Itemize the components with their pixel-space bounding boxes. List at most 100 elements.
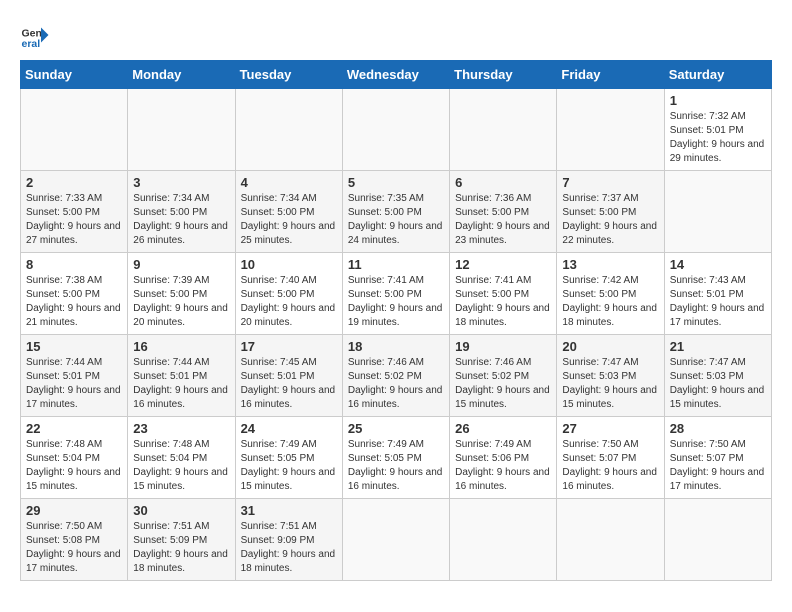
day-number: 29 [26, 503, 122, 518]
day-detail: Sunrise: 7:41 AMSunset: 5:00 PMDaylight:… [348, 274, 444, 330]
calendar-cell: 18 Sunrise: 7:46 AMSunset: 5:02 PMDayligh… [342, 335, 449, 417]
logo: Gen eral [20, 20, 54, 50]
day-detail: Sunrise: 7:40 AMSunset: 5:00 PMDaylight:… [241, 274, 337, 330]
day-detail: Sunrise: 7:41 AMSunset: 5:00 PMDaylight:… [455, 274, 551, 330]
calendar-cell: 23 Sunrise: 7:48 AMSunset: 5:04 PMDayligh… [128, 417, 235, 499]
day-detail: Sunrise: 7:46 AMSunset: 5:02 PMDaylight:… [455, 356, 551, 412]
day-detail: Sunrise: 7:44 AMSunset: 5:01 PMDaylight:… [133, 356, 229, 412]
calendar-cell: 21 Sunrise: 7:47 AMSunset: 5:03 PMDayligh… [664, 335, 771, 417]
day-number: 28 [670, 421, 766, 436]
calendar-cell: 12 Sunrise: 7:41 AMSunset: 5:00 PMDayligh… [450, 253, 557, 335]
calendar-cell: 16Sunrise: 7:44 AMSunset: 5:01 PMDayligh… [128, 335, 235, 417]
week-row-5: 29 Sunrise: 7:50 AMSunset: 5:08 PMDayligh… [21, 499, 772, 581]
day-detail: Sunrise: 7:45 AMSunset: 5:01 PMDaylight:… [241, 356, 337, 412]
day-number: 20 [562, 339, 658, 354]
week-row-4: 22 Sunrise: 7:48 AMSunset: 5:04 PMDayligh… [21, 417, 772, 499]
day-number: 21 [670, 339, 766, 354]
calendar-cell [450, 89, 557, 171]
day-number: 6 [455, 175, 551, 190]
day-detail: Sunrise: 7:50 AMSunset: 5:08 PMDaylight:… [26, 520, 122, 576]
day-detail: Sunrise: 7:39 AMSunset: 5:00 PMDaylight:… [133, 274, 229, 330]
calendar-cell: 5Sunrise: 7:35 AMSunset: 5:00 PMDaylight… [342, 171, 449, 253]
day-detail: Sunrise: 7:38 AMSunset: 5:00 PMDaylight:… [26, 274, 122, 330]
calendar-cell: 25 Sunrise: 7:49 AMSunset: 5:05 PMDayligh… [342, 417, 449, 499]
day-number: 7 [562, 175, 658, 190]
day-number: 17 [241, 339, 337, 354]
day-detail: Sunrise: 7:35 AMSunset: 5:00 PMDaylight:… [348, 192, 444, 248]
header-day-monday: Monday [128, 61, 235, 89]
calendar-cell: 11 Sunrise: 7:41 AMSunset: 5:00 PMDayligh… [342, 253, 449, 335]
day-number: 19 [455, 339, 551, 354]
calendar-cell [21, 89, 128, 171]
calendar-cell: 30Sunrise: 7:51 AMSunset: 5:09 PMDayligh… [128, 499, 235, 581]
calendar-cell: 26Sunrise: 7:49 AMSunset: 5:06 PMDayligh… [450, 417, 557, 499]
header-day-tuesday: Tuesday [235, 61, 342, 89]
week-row-3: 15 Sunrise: 7:44 AMSunset: 5:01 PMDayligh… [21, 335, 772, 417]
day-number: 13 [562, 257, 658, 272]
calendar-cell [450, 499, 557, 581]
day-number: 2 [26, 175, 122, 190]
day-detail: Sunrise: 7:37 AMSunset: 5:00 PMDaylight:… [562, 192, 658, 248]
day-detail: Sunrise: 7:51 AMSunset: 9:09 PMDaylight:… [241, 520, 337, 576]
calendar-cell: 20 Sunrise: 7:47 AMSunset: 5:03 PMDayligh… [557, 335, 664, 417]
calendar-cell: 6Sunrise: 7:36 AMSunset: 5:00 PMDaylight… [450, 171, 557, 253]
calendar-cell: 24Sunrise: 7:49 AMSunset: 5:05 PMDayligh… [235, 417, 342, 499]
calendar-cell: 9 Sunrise: 7:39 AMSunset: 5:00 PMDaylight… [128, 253, 235, 335]
day-detail: Sunrise: 7:43 AMSunset: 5:01 PMDaylight:… [670, 274, 766, 330]
day-detail: Sunrise: 7:49 AMSunset: 5:06 PMDaylight:… [455, 438, 551, 494]
day-number: 27 [562, 421, 658, 436]
calendar-cell [128, 89, 235, 171]
day-number: 12 [455, 257, 551, 272]
day-detail: Sunrise: 7:42 AMSunset: 5:00 PMDaylight:… [562, 274, 658, 330]
day-number: 22 [26, 421, 122, 436]
day-detail: Sunrise: 7:48 AMSunset: 5:04 PMDaylight:… [133, 438, 229, 494]
day-number: 18 [348, 339, 444, 354]
calendar-cell [342, 89, 449, 171]
day-detail: Sunrise: 7:44 AMSunset: 5:01 PMDaylight:… [26, 356, 122, 412]
day-detail: Sunrise: 7:49 AMSunset: 5:05 PMDaylight:… [241, 438, 337, 494]
calendar-cell: 15 Sunrise: 7:44 AMSunset: 5:01 PMDayligh… [21, 335, 128, 417]
day-detail: Sunrise: 7:48 AMSunset: 5:04 PMDaylight:… [26, 438, 122, 494]
calendar-cell: 17 Sunrise: 7:45 AMSunset: 5:01 PMDayligh… [235, 335, 342, 417]
day-number: 15 [26, 339, 122, 354]
calendar-cell: 27Sunrise: 7:50 AMSunset: 5:07 PMDayligh… [557, 417, 664, 499]
calendar-table: SundayMondayTuesdayWednesdayThursdayFrid… [20, 60, 772, 581]
calendar-cell: 31Sunrise: 7:51 AMSunset: 9:09 PMDayligh… [235, 499, 342, 581]
day-detail: Sunrise: 7:33 AMSunset: 5:00 PMDaylight:… [26, 192, 122, 248]
calendar-cell [664, 171, 771, 253]
calendar-cell [664, 499, 771, 581]
calendar-cell [342, 499, 449, 581]
header: Gen eral [20, 20, 772, 50]
day-number: 9 [133, 257, 229, 272]
calendar-cell: 29 Sunrise: 7:50 AMSunset: 5:08 PMDayligh… [21, 499, 128, 581]
calendar-cell: 13 Sunrise: 7:42 AMSunset: 5:00 PMDayligh… [557, 253, 664, 335]
header-day-sunday: Sunday [21, 61, 128, 89]
day-detail: Sunrise: 7:47 AMSunset: 5:03 PMDaylight:… [562, 356, 658, 412]
calendar-cell: 28Sunrise: 7:50 AMSunset: 5:07 PMDayligh… [664, 417, 771, 499]
calendar-cell: 14Sunrise: 7:43 AMSunset: 5:01 PMDayligh… [664, 253, 771, 335]
day-number: 11 [348, 257, 444, 272]
logo-icon: Gen eral [20, 20, 50, 50]
svg-text:eral: eral [22, 38, 41, 50]
calendar-cell: 10Sunrise: 7:40 AMSunset: 5:00 PMDayligh… [235, 253, 342, 335]
day-number: 23 [133, 421, 229, 436]
day-detail: Sunrise: 7:47 AMSunset: 5:03 PMDaylight:… [670, 356, 766, 412]
week-row-0: 1Sunrise: 7:32 AMSunset: 5:01 PMDaylight… [21, 89, 772, 171]
header-day-saturday: Saturday [664, 61, 771, 89]
calendar-cell: 8 Sunrise: 7:38 AMSunset: 5:00 PMDaylight… [21, 253, 128, 335]
day-detail: Sunrise: 7:51 AMSunset: 5:09 PMDaylight:… [133, 520, 229, 576]
day-number: 3 [133, 175, 229, 190]
day-detail: Sunrise: 7:46 AMSunset: 5:02 PMDaylight:… [348, 356, 444, 412]
day-number: 25 [348, 421, 444, 436]
calendar-cell [557, 89, 664, 171]
day-detail: Sunrise: 7:34 AMSunset: 5:00 PMDaylight:… [241, 192, 337, 248]
calendar-cell: 7 Sunrise: 7:37 AMSunset: 5:00 PMDaylight… [557, 171, 664, 253]
day-number: 4 [241, 175, 337, 190]
week-row-1: 2 Sunrise: 7:33 AMSunset: 5:00 PMDaylight… [21, 171, 772, 253]
header-day-thursday: Thursday [450, 61, 557, 89]
calendar-cell: 19 Sunrise: 7:46 AMSunset: 5:02 PMDayligh… [450, 335, 557, 417]
day-number: 8 [26, 257, 122, 272]
day-detail: Sunrise: 7:49 AMSunset: 5:05 PMDaylight:… [348, 438, 444, 494]
calendar-cell: 1Sunrise: 7:32 AMSunset: 5:01 PMDaylight… [664, 89, 771, 171]
day-number: 1 [670, 93, 766, 108]
